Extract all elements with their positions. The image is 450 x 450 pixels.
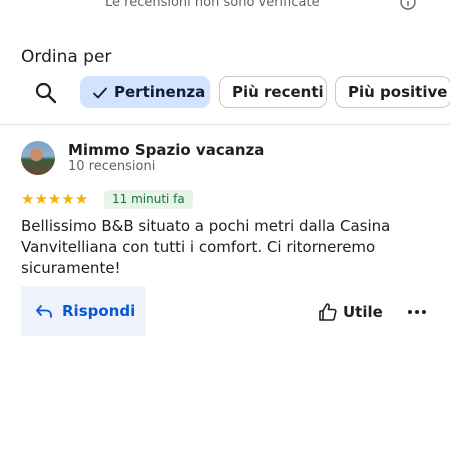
review-text: Bellissimo B&B situato a pochi metri dal… (21, 217, 391, 277)
unverified-reviews-notice: Le recensioni non sono verificate (0, 0, 450, 14)
sort-chip-label: Più positive (348, 83, 448, 101)
sort-chip-label: Pertinenza (114, 83, 206, 101)
star-rating: ★★★★★ (21, 190, 89, 208)
reviewer-review-count: 10 recensioni (68, 159, 156, 174)
sort-chip-label: Più recenti (232, 83, 324, 101)
reply-icon (36, 305, 52, 318)
divider (0, 124, 450, 125)
reviewer-name[interactable]: Mimmo Spazio vacanza (68, 141, 264, 159)
reply-button[interactable]: Rispondi (21, 286, 146, 336)
sort-by-title: Ordina per (21, 47, 112, 67)
useful-button[interactable]: Utile (318, 300, 384, 324)
unverified-reviews-text: Le recensioni non sono verificate (105, 0, 320, 10)
check-icon (93, 87, 107, 99)
reply-label: Rispondi (62, 302, 136, 320)
search-icon[interactable] (35, 82, 57, 104)
sort-chip-most-positive[interactable]: Più positive (335, 76, 450, 108)
avatar[interactable] (21, 141, 55, 175)
info-icon[interactable] (400, 0, 416, 10)
sort-chip-most-recent[interactable]: Più recenti (219, 76, 327, 108)
more-horizontal-icon[interactable] (406, 302, 428, 322)
sort-chip-relevance[interactable]: Pertinenza (80, 76, 210, 108)
review-time-badge: 11 minuti fa (104, 190, 193, 209)
useful-label: Utile (343, 303, 383, 321)
thumbs-up-icon (319, 303, 337, 321)
